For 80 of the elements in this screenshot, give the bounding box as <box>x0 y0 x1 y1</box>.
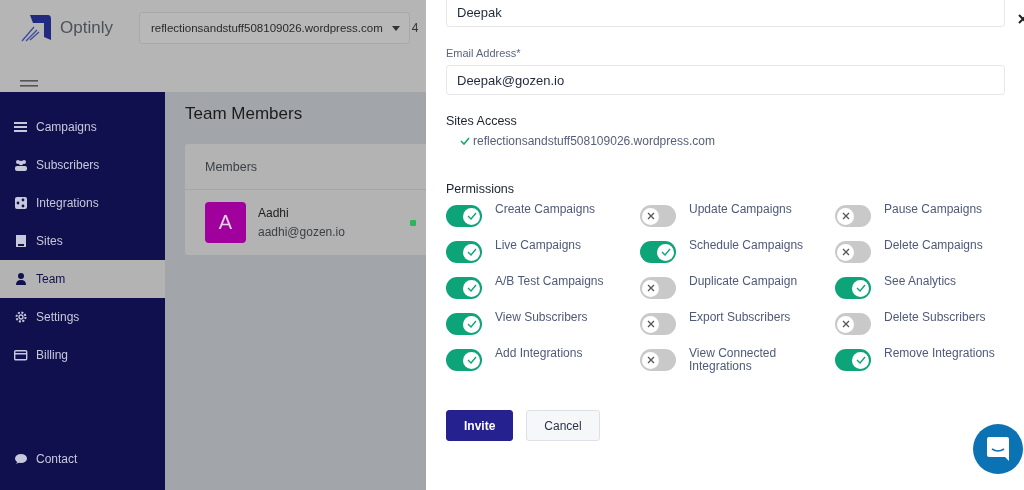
permission-label: View Subscribers <box>495 311 589 324</box>
nav-item[interactable]: Campaigns <box>0 108 165 146</box>
toggle-switch[interactable] <box>446 349 482 371</box>
name-field[interactable]: Deepak <box>446 0 1005 27</box>
cross-icon <box>841 248 850 256</box>
check-icon <box>466 356 477 364</box>
toggle-switch[interactable] <box>835 241 871 263</box>
logo-icon <box>20 13 52 43</box>
member-email: aadhi@gozen.io <box>258 225 346 239</box>
avatar: A <box>205 202 246 243</box>
top-bar-text: 4 <box>411 21 419 35</box>
permission-label: Delete Subscribers <box>884 311 987 324</box>
contact-link[interactable]: Contact <box>0 440 165 478</box>
check-icon <box>466 284 477 292</box>
toggle-switch[interactable] <box>446 277 482 299</box>
permission-label: Duplicate Campaign <box>689 275 799 288</box>
toggle-switch[interactable] <box>446 313 482 335</box>
toggle-switch[interactable] <box>640 349 676 371</box>
check-icon <box>460 137 470 145</box>
permission-label: Create Campaigns <box>495 203 597 216</box>
member-name: Aadhi <box>258 206 290 220</box>
cross-icon <box>646 356 655 364</box>
section-heading: Sites Access <box>446 114 518 128</box>
nav-item[interactable]: Integrations <box>0 184 165 222</box>
toggle-switch[interactable] <box>835 349 871 371</box>
site-dropdown[interactable]: reflectionsandstuff508109026.wordpress.com <box>138 12 410 44</box>
card-icon <box>14 349 28 361</box>
section-heading: Permissions <box>446 182 516 196</box>
permission-label: Remove Integrations <box>884 347 996 360</box>
nav-item[interactable]: Team <box>0 260 165 298</box>
brand-name: Optinly <box>60 18 113 38</box>
cross-icon <box>646 284 655 292</box>
permission-label: See Analytics <box>884 275 958 288</box>
check-icon <box>466 320 477 328</box>
check-icon <box>855 284 866 292</box>
settings-icon <box>14 311 28 323</box>
permission-label: Update Campaigns <box>689 203 793 216</box>
nav-item[interactable]: Billing <box>0 336 165 374</box>
nav-item[interactable]: Sites <box>0 222 165 260</box>
toggle-switch[interactable] <box>640 205 676 227</box>
user-icon <box>14 273 28 285</box>
permission-label: Schedule Campaigns <box>689 239 805 252</box>
toggle-switch[interactable] <box>640 241 676 263</box>
chat-icon <box>14 453 28 465</box>
toggle-switch[interactable] <box>640 313 676 335</box>
cross-icon <box>841 320 850 328</box>
page-title: Team Members <box>185 104 303 124</box>
invite-button[interactable]: Invite <box>446 410 514 441</box>
cancel-button[interactable]: Cancel <box>526 410 600 441</box>
permission-label: View Connected Integrations <box>689 347 778 373</box>
toggle-switch[interactable] <box>835 205 871 227</box>
permission-label: Add Integrations <box>495 347 584 360</box>
users-icon <box>14 159 28 171</box>
toggle-switch[interactable] <box>446 205 482 227</box>
permission-label: Delete Campaigns <box>884 239 984 252</box>
check-icon <box>466 248 477 256</box>
cross-icon <box>646 212 655 220</box>
field-label: Email Address* <box>446 47 522 59</box>
email-field[interactable]: Deepak@gozen.io <box>446 65 1005 95</box>
toggle-switch[interactable] <box>835 313 871 335</box>
caret-icon <box>391 25 400 31</box>
page-icon <box>14 235 28 247</box>
permission-label: Live Campaigns <box>495 239 583 252</box>
site-checkbox[interactable] <box>460 136 470 146</box>
check-icon <box>660 248 671 256</box>
toggle-switch[interactable] <box>640 277 676 299</box>
nav-item[interactable]: Settings <box>0 298 165 336</box>
chat-icon <box>987 437 1009 461</box>
check-icon <box>855 356 866 364</box>
cross-icon <box>646 320 655 328</box>
permission-label: Export Subscribers <box>689 311 792 324</box>
list-icon <box>14 121 28 133</box>
cross-icon <box>841 212 850 220</box>
permission-label: Pause Campaigns <box>884 203 984 216</box>
toggle-switch[interactable] <box>446 241 482 263</box>
check-icon <box>466 212 477 220</box>
toggle-switch[interactable] <box>835 277 871 299</box>
site-name: reflectionsandstuff508109026.wordpress.com <box>473 134 715 148</box>
nav-item[interactable]: Subscribers <box>0 146 165 184</box>
permission-label: A/B Test Campaigns <box>495 275 605 288</box>
